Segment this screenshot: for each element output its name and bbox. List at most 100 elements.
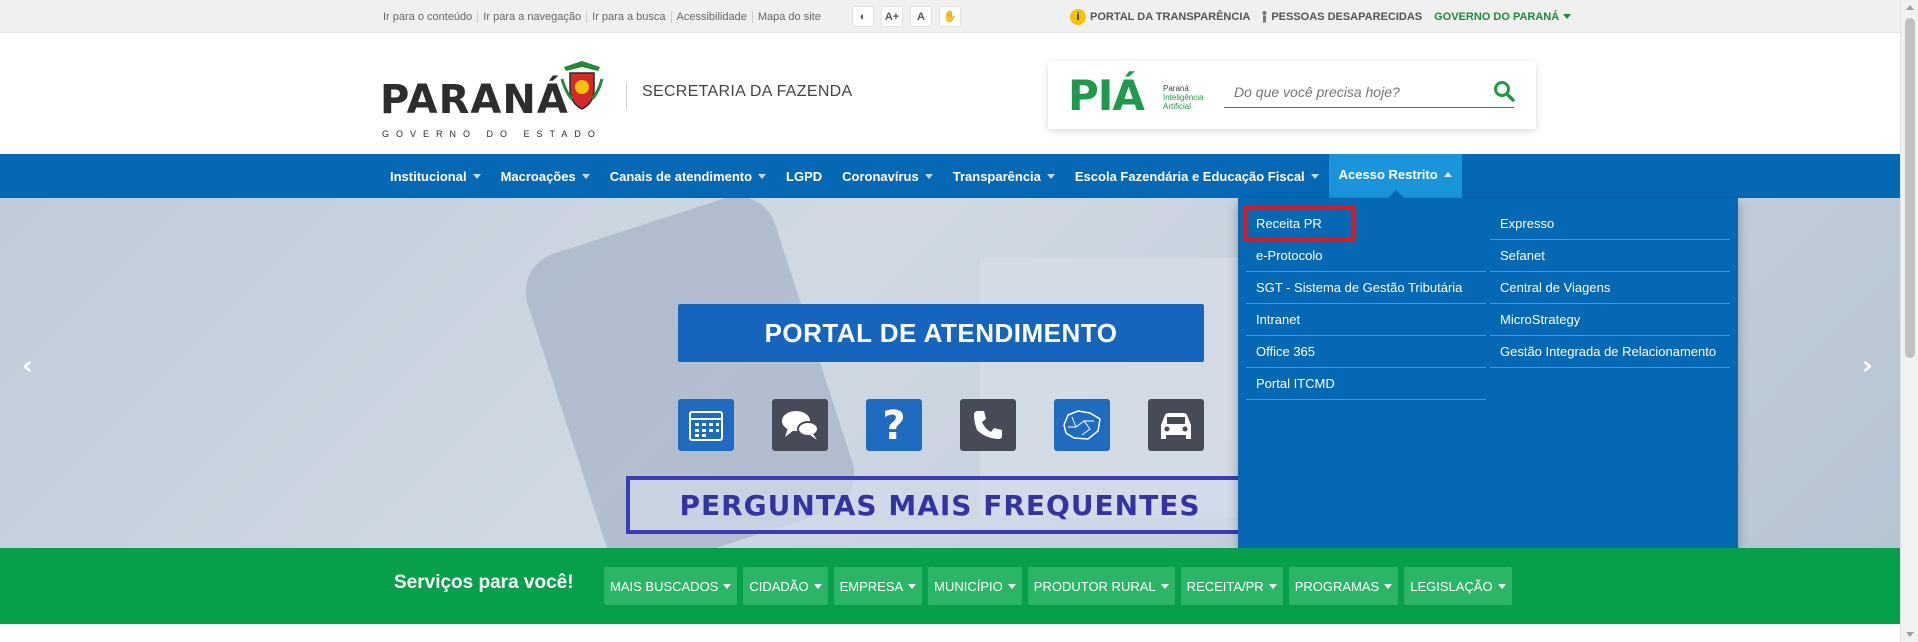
- skip-to-navigation-link[interactable]: Ir para a navegação: [478, 10, 588, 23]
- scrollbar-thumb[interactable]: [1905, 18, 1915, 358]
- chevron-down-icon: [1046, 173, 1055, 179]
- carousel-prev-icon[interactable]: ‹: [22, 353, 42, 379]
- search-input[interactable]: [1224, 77, 1514, 108]
- sitemap-link[interactable]: Mapa do site: [753, 11, 826, 23]
- pia-sub-line-1: Paraná: [1163, 84, 1189, 93]
- chevron-down-icon: [1497, 583, 1506, 589]
- scroll-down-icon[interactable]: [1906, 632, 1914, 637]
- chat-icon[interactable]: [772, 399, 828, 451]
- search-icon[interactable]: [1492, 79, 1516, 103]
- page-scrollbar[interactable]: [1900, 0, 1918, 642]
- chevron-down-icon: [1160, 583, 1169, 589]
- dropdown-item-central-de-viagens[interactable]: Central de Viagens: [1490, 272, 1730, 304]
- page-root: Ir para o conteúdo Ir para a navegação I…: [0, 0, 1918, 642]
- dropdown-item-sefanet[interactable]: Sefanet: [1490, 240, 1730, 272]
- pessoas-desaparecidas-link[interactable]: PESSOAS DESAPARECIDAS: [1262, 10, 1422, 23]
- parana-logo[interactable]: PARANÁ GOVERNO DO ESTADO: [380, 59, 610, 139]
- accessibility-tools: ◐ A+ A ✋: [852, 6, 961, 27]
- dropdown-item-e-protocolo[interactable]: e-Protocolo: [1246, 240, 1486, 272]
- nav-item-lgpd[interactable]: LGPD: [776, 154, 832, 198]
- accessibility-links: Ir para o conteúdo Ir para a navegação I…: [378, 0, 826, 33]
- nav-item-label: Canais de atendimento: [609, 168, 753, 184]
- coat-of-arms-icon: [560, 61, 604, 110]
- page-below-fold: [0, 624, 1900, 642]
- question-icon[interactable]: ?: [866, 399, 922, 451]
- chip-label: LEGISLAÇÃO: [1410, 578, 1493, 594]
- nav-item-label: Institucional: [390, 168, 467, 184]
- nav-item-canais-de-atendimento[interactable]: Canais de atendimento: [600, 154, 776, 198]
- faq-banner[interactable]: PERGUNTAS MAIS FREQUENTES: [626, 476, 1254, 534]
- logo-wordmark: PARANÁ: [380, 77, 569, 123]
- chevron-down-icon: [1007, 583, 1016, 589]
- nav-item-escola-fazendaria[interactable]: Escola Fazendária e Educação Fiscal: [1065, 154, 1329, 198]
- services-chip-legislacao[interactable]: LEGISLAÇÃO: [1404, 567, 1512, 605]
- nav-item-transparencia[interactable]: Transparência: [943, 154, 1065, 198]
- contrast-icon[interactable]: ◐: [852, 6, 874, 27]
- nav-item-label: Transparência: [952, 168, 1041, 184]
- services-chip-municipio[interactable]: MUNICÍPIO: [928, 567, 1022, 605]
- nav-item-institucional[interactable]: Institucional: [380, 154, 491, 198]
- header-divider: [626, 83, 627, 109]
- dropdown-item-office-365[interactable]: Office 365: [1246, 336, 1486, 368]
- carousel-next-icon[interactable]: ›: [1862, 353, 1882, 379]
- government-links: i PORTAL DA TRANSPARÊNCIA PESSOAS DESAPA…: [1070, 0, 1572, 33]
- pia-logo[interactable]: PIÁ Paraná Inteligência Artificial: [1068, 71, 1203, 121]
- calendar-icon[interactable]: [678, 399, 734, 451]
- accessibility-link[interactable]: Acessibilidade: [672, 10, 753, 23]
- dropdown-item-microstrategy[interactable]: MicroStrategy: [1490, 304, 1730, 336]
- font-increase-icon[interactable]: A+: [881, 6, 903, 27]
- services-chip-receita-pr[interactable]: RECEITA/PR: [1180, 567, 1283, 605]
- dropdown-column-left: Receita PR e-Protocolo SGT - Sistema de …: [1244, 206, 1486, 400]
- portal-transparencia-link[interactable]: i PORTAL DA TRANSPARÊNCIA: [1070, 8, 1250, 25]
- pia-subtitle: Paraná Inteligência Artificial: [1163, 84, 1223, 111]
- pia-sub-line-3: Artificial: [1163, 102, 1192, 111]
- main-navigation: Institucional Macroações Canais de atend…: [0, 154, 1900, 198]
- governo-parana-menu[interactable]: GOVERNO DO PARANÁ: [1434, 10, 1572, 23]
- chevron-down-icon: [1563, 14, 1572, 19]
- nav-item-coronavirus[interactable]: Coronavírus: [832, 154, 943, 198]
- chip-label: RECEITA/PR: [1186, 578, 1264, 594]
- phone-icon[interactable]: [960, 399, 1016, 451]
- services-chip-mais-buscados[interactable]: MAIS BUSCADOS: [604, 567, 738, 605]
- dropdown-item-intranet[interactable]: Intranet: [1246, 304, 1486, 336]
- services-chip-cidadao[interactable]: CIDADÃO: [743, 567, 828, 605]
- chevron-down-icon: [1384, 583, 1393, 589]
- font-reset-icon[interactable]: A: [910, 6, 932, 27]
- chip-label: PRODUTOR RURAL: [1033, 578, 1156, 594]
- chevron-down-icon: [1310, 173, 1319, 179]
- chip-label: CIDADÃO: [749, 578, 809, 594]
- dropdown-pointer: [1388, 190, 1404, 198]
- main-nav-items: Institucional Macroações Canais de atend…: [380, 154, 1462, 198]
- pia-sub-line-2: Inteligência: [1163, 93, 1204, 102]
- car-icon[interactable]: [1148, 399, 1204, 451]
- svg-text:?: ?: [882, 405, 905, 445]
- info-icon: i: [1070, 8, 1086, 25]
- chevron-down-icon: [723, 583, 732, 589]
- dropdown-item-gestao-integrada[interactable]: Gestão Integrada de Relacionamento: [1490, 336, 1730, 368]
- services-chips: MAIS BUSCADOS CIDADÃO EMPRESA MUNICÍPIO …: [604, 567, 1512, 605]
- chevron-down-icon: [1268, 583, 1277, 589]
- skip-to-search-link[interactable]: Ir para a busca: [587, 10, 672, 23]
- nav-item-label: LGPD: [786, 168, 823, 184]
- governo-parana-label: GOVERNO DO PARANÁ: [1434, 10, 1560, 23]
- dropdown-item-expresso[interactable]: Expresso: [1490, 208, 1730, 240]
- scroll-up-icon[interactable]: [1906, 5, 1914, 10]
- acesso-restrito-dropdown: Receita PR e-Protocolo SGT - Sistema de …: [1238, 198, 1738, 548]
- chevron-down-icon: [472, 173, 481, 179]
- dropdown-item-sgt[interactable]: SGT - Sistema de Gestão Tributária: [1246, 272, 1486, 304]
- services-chip-produtor-rural[interactable]: PRODUTOR RURAL: [1027, 567, 1175, 605]
- sign-language-icon[interactable]: ✋: [939, 6, 961, 27]
- dropdown-item-receita-pr[interactable]: Receita PR: [1244, 206, 1356, 242]
- services-chip-programas[interactable]: PROGRAMAS: [1288, 567, 1399, 605]
- secretaria-title: SECRETARIA DA FAZENDA: [642, 83, 853, 100]
- services-bar: Serviços para você! MAIS BUSCADOS CIDADÃ…: [0, 548, 1900, 624]
- nav-item-macroacoes[interactable]: Macroações: [491, 154, 600, 198]
- chevron-down-icon: [813, 583, 822, 589]
- portal-atendimento-banner[interactable]: PORTAL DE ATENDIMENTO: [678, 304, 1204, 362]
- map-icon[interactable]: [1054, 399, 1110, 451]
- logo-subtitle: GOVERNO DO ESTADO: [382, 129, 602, 139]
- services-chip-empresa[interactable]: EMPRESA: [833, 567, 923, 605]
- skip-to-content-link[interactable]: Ir para o conteúdo: [378, 10, 479, 23]
- nav-item-label: Macroações: [500, 168, 576, 184]
- dropdown-item-portal-itcmd[interactable]: Portal ITCMD: [1246, 368, 1486, 400]
